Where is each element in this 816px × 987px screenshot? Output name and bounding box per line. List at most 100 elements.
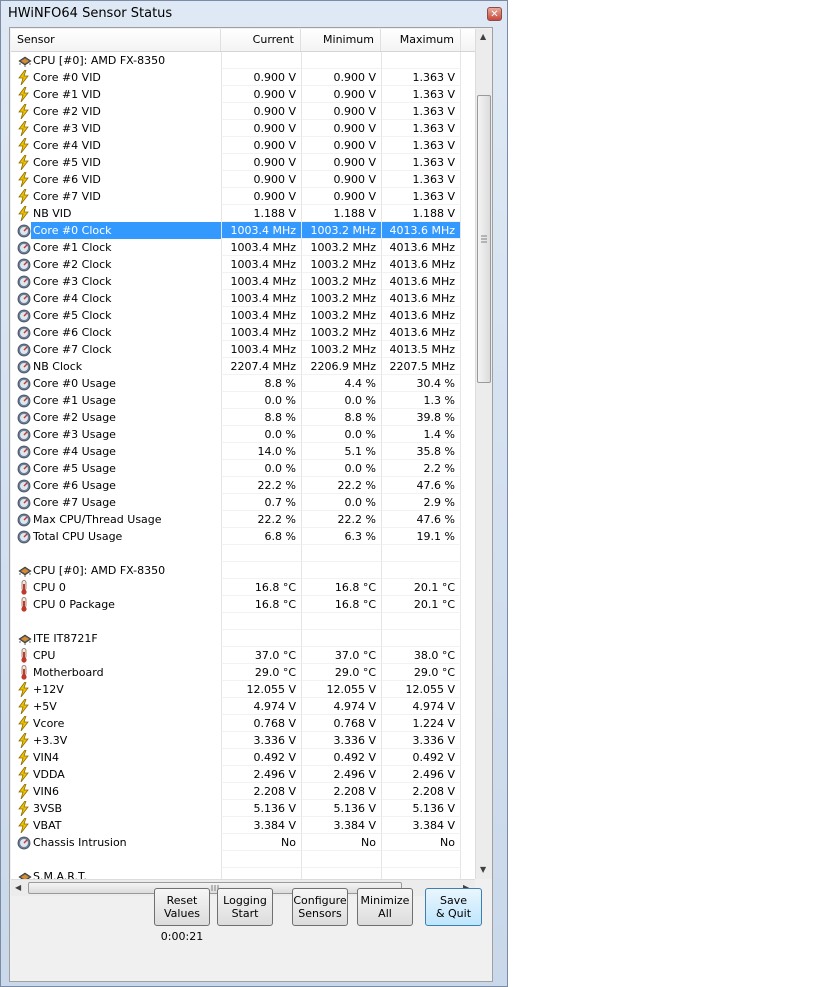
vertical-scroll-thumb[interactable] xyxy=(477,95,491,383)
sensor-row[interactable]: Core #1 Clock 1003.4 MHz 1003.2 MHz 4013.6 … xyxy=(11,239,475,256)
scroll-left-icon[interactable]: ◀ xyxy=(15,883,21,892)
current-value: 22.2 % xyxy=(221,477,301,494)
column-header-sensor[interactable]: Sensor xyxy=(11,29,221,51)
sensor-row[interactable]: Motherboard 29.0 °C 29.0 °C 29.0 °C xyxy=(11,664,475,681)
sensor-row[interactable]: Core #2 VID 0.900 V 0.900 V 1.363 V xyxy=(11,103,475,120)
minimum-value xyxy=(301,868,381,879)
sensor-row[interactable]: Core #2 Clock 1003.4 MHz 1003.2 MHz 4013.6 … xyxy=(11,256,475,273)
minimum-value: 5.1 % xyxy=(301,443,381,460)
column-header: Sensor Current Minimum Maximum xyxy=(11,29,475,52)
sensor-row[interactable]: Total CPU Usage 6.8 % 6.3 % 19.1 % xyxy=(11,528,475,545)
sensor-label: CPU xyxy=(33,649,56,662)
sensor-row[interactable]: Core #5 VID 0.900 V 0.900 V 1.363 V xyxy=(11,154,475,171)
sensor-row[interactable]: Chassis Intrusion No No No xyxy=(11,834,475,851)
sensor-row[interactable]: Core #3 Usage 0.0 % 0.0 % 1.4 % xyxy=(11,426,475,443)
minimize-all-button[interactable]: Minimize All xyxy=(357,888,413,926)
sensor-row[interactable]: Core #7 Usage 0.7 % 0.0 % 2.9 % xyxy=(11,494,475,511)
maximum-value: No xyxy=(381,834,461,851)
sensor-row[interactable]: VIN6 2.208 V 2.208 V 2.208 V xyxy=(11,783,475,800)
sensor-row[interactable]: NB Clock 2207.4 MHz 2206.9 MHz 2207.5 MHz xyxy=(11,358,475,375)
sensor-row[interactable]: CPU 0 16.8 °C 16.8 °C 20.1 °C xyxy=(11,579,475,596)
minimum-value: 1003.2 MHz xyxy=(301,256,381,273)
sensor-row[interactable]: Core #4 VID 0.900 V 0.900 V 1.363 V xyxy=(11,137,475,154)
sensor-row[interactable]: Core #3 VID 0.900 V 0.900 V 1.363 V xyxy=(11,120,475,137)
reset-values-button[interactable]: Reset Values xyxy=(154,888,210,926)
sensor-name-cell: CPU xyxy=(11,647,221,664)
sensor-label: +12V xyxy=(33,683,64,696)
sensor-row[interactable]: +3.3V 3.336 V 3.336 V 3.336 V xyxy=(11,732,475,749)
configure-sensors-button[interactable]: Configure Sensors xyxy=(292,888,348,926)
vertical-scrollbar[interactable]: ▲ ▼ xyxy=(475,29,492,879)
logging-start-button[interactable]: Logging Start xyxy=(217,888,273,926)
maximum-value: 4013.6 MHz xyxy=(381,324,461,341)
gauge-icon xyxy=(17,444,31,459)
current-value: 8.8 % xyxy=(221,409,301,426)
sensor-group-header[interactable]: ITE IT8721F xyxy=(11,630,475,647)
sensor-row[interactable]: Core #0 VID 0.900 V 0.900 V 1.363 V xyxy=(11,69,475,86)
sensor-label: NB Clock xyxy=(33,360,83,373)
sensor-list[interactable]: Sensor Current Minimum Maximum CPU [#0]:… xyxy=(11,29,475,879)
current-value: 0.492 V xyxy=(221,749,301,766)
voltage-icon xyxy=(17,188,31,205)
sensor-group-header[interactable]: CPU [#0]: AMD FX-8350 xyxy=(11,562,475,579)
sensor-row[interactable]: Core #5 Usage 0.0 % 0.0 % 2.2 % xyxy=(11,460,475,477)
sensor-name-cell: Core #5 Clock xyxy=(11,307,221,324)
sensor-row[interactable]: Core #6 Usage 22.2 % 22.2 % 47.6 % xyxy=(11,477,475,494)
button-label: & Quit xyxy=(435,907,472,920)
sensor-row[interactable]: NB VID 1.188 V 1.188 V 1.188 V xyxy=(11,205,475,222)
sensor-row[interactable]: Core #4 Clock 1003.4 MHz 1003.2 MHz 4013.6 … xyxy=(11,290,475,307)
maximum-value xyxy=(381,52,461,69)
sensor-row[interactable]: Core #7 Clock 1003.4 MHz 1003.2 MHz 4013.5 … xyxy=(11,341,475,358)
sensor-row[interactable]: +5V 4.974 V 4.974 V 4.974 V xyxy=(11,698,475,715)
sensor-row[interactable]: +12V 12.055 V 12.055 V 12.055 V xyxy=(11,681,475,698)
maximum-value: 1.224 V xyxy=(381,715,461,732)
sensor-name-cell: Core #3 Usage xyxy=(11,426,221,443)
sensor-group-header[interactable]: S.M.A.R.T. xyxy=(11,868,475,879)
sensor-row[interactable]: Vcore 0.768 V 0.768 V 1.224 V xyxy=(11,715,475,732)
minimum-value: 0.0 % xyxy=(301,460,381,477)
sensor-row[interactable]: Core #3 Clock 1003.4 MHz 1003.2 MHz 4013.6 … xyxy=(11,273,475,290)
maximum-value: 1.363 V xyxy=(381,188,461,205)
scroll-up-icon[interactable]: ▲ xyxy=(480,32,486,41)
minimum-value: 0.492 V xyxy=(301,749,381,766)
column-header-current[interactable]: Current xyxy=(221,29,301,51)
sensor-row[interactable]: CPU 0 Package 16.8 °C 16.8 °C 20.1 °C xyxy=(11,596,475,613)
button-label: Values xyxy=(164,907,200,920)
sensor-row[interactable]: VBAT 3.384 V 3.384 V 3.384 V xyxy=(11,817,475,834)
sensor-row[interactable]: Max CPU/Thread Usage 22.2 % 22.2 % 47.6 % xyxy=(11,511,475,528)
sensor-group-header[interactable]: CPU [#0]: AMD FX-8350 xyxy=(11,52,475,69)
save-quit-button[interactable]: Save & Quit xyxy=(425,888,482,926)
sensor-row[interactable]: Core #4 Usage 14.0 % 5.1 % 35.8 % xyxy=(11,443,475,460)
sensor-row[interactable]: Core #7 VID 0.900 V 0.900 V 1.363 V xyxy=(11,188,475,205)
sensor-row[interactable]: Core #6 Clock 1003.4 MHz 1003.2 MHz 4013.6 … xyxy=(11,324,475,341)
close-button[interactable]: ✕ xyxy=(487,7,502,21)
column-header-maximum[interactable]: Maximum xyxy=(381,29,461,51)
sensor-row[interactable]: VIN4 0.492 V 0.492 V 0.492 V xyxy=(11,749,475,766)
sensor-name-cell: Core #2 Usage xyxy=(11,409,221,426)
column-header-minimum[interactable]: Minimum xyxy=(301,29,381,51)
current-value: No xyxy=(221,834,301,851)
client-area: Sensor Current Minimum Maximum CPU [#0]:… xyxy=(9,27,493,982)
voltage-icon xyxy=(17,800,31,817)
title-bar[interactable]: HWiNFO64 Sensor Status ✕ xyxy=(1,1,507,25)
sensor-row[interactable]: Core #6 VID 0.900 V 0.900 V 1.363 V xyxy=(11,171,475,188)
sensor-row[interactable]: Core #1 VID 0.900 V 0.900 V 1.363 V xyxy=(11,86,475,103)
sensor-label: VIN4 xyxy=(33,751,59,764)
sensor-row[interactable]: Core #0 Usage 8.8 % 4.4 % 30.4 % xyxy=(11,375,475,392)
voltage-icon xyxy=(17,681,31,698)
scroll-down-icon[interactable]: ▼ xyxy=(480,865,486,874)
sensor-row[interactable]: VDDA 2.496 V 2.496 V 2.496 V xyxy=(11,766,475,783)
sensor-row[interactable]: Core #0 Clock 1003.4 MHz 1003.2 MHz 4013.6 … xyxy=(11,222,475,239)
current-value: 1003.4 MHz xyxy=(221,256,301,273)
minimum-value: 1003.2 MHz xyxy=(301,239,381,256)
sensor-label: Core #0 Clock xyxy=(31,222,221,239)
minimum-value: 0.900 V xyxy=(301,86,381,103)
sensor-row[interactable]: Core #2 Usage 8.8 % 8.8 % 39.8 % xyxy=(11,409,475,426)
sensor-label: VDDA xyxy=(33,768,65,781)
sensor-row[interactable]: 3VSB 5.136 V 5.136 V 5.136 V xyxy=(11,800,475,817)
spacer-row xyxy=(11,613,475,630)
sensor-row[interactable]: Core #1 Usage 0.0 % 0.0 % 1.3 % xyxy=(11,392,475,409)
sensor-row[interactable]: CPU 37.0 °C 37.0 °C 38.0 °C xyxy=(11,647,475,664)
sensor-label: Core #7 VID xyxy=(33,190,101,203)
sensor-row[interactable]: Core #5 Clock 1003.4 MHz 1003.2 MHz 4013.6 … xyxy=(11,307,475,324)
